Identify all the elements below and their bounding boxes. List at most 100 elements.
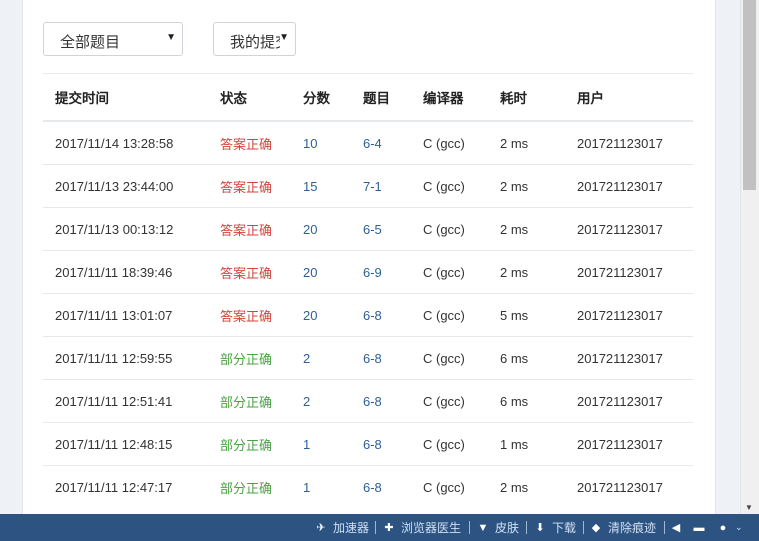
chevron-down-icon: ▼ (166, 32, 176, 43)
skin-button[interactable]: ▼ 皮肤 (476, 519, 519, 536)
cell-problem-link[interactable]: 6-5 (351, 207, 411, 251)
cell-submit-time: 2017/11/11 12:48:15 (43, 422, 208, 466)
cell-score[interactable]: 20 (291, 207, 351, 251)
cell-time-cost: 6 ms (488, 379, 565, 423)
cell-status[interactable]: 部分正确 (208, 465, 291, 508)
table-row: 2017/11/11 12:51:41 部分正确 2 6-8 C (gcc) 6… (43, 379, 693, 423)
cell-problem-link[interactable]: 6-4 (351, 120, 411, 165)
window-button[interactable]: ▬ (692, 519, 711, 536)
zoom-icon: ● (719, 521, 727, 534)
submissions-table: 提交时间 状态 分数 题目 编译器 耗时 用户 2017/11/14 13:28… (43, 73, 693, 508)
accelerator-button[interactable]: ✈ 加速器 (314, 519, 369, 536)
cell-submit-time: 2017/11/14 13:28:58 (43, 120, 208, 165)
user-filter-select[interactable]: 我的提交 ▼ (213, 22, 296, 56)
header-time-cost[interactable]: 耗时 (488, 73, 565, 122)
cell-status[interactable]: 部分正确 (208, 336, 291, 380)
cell-compiler: C (gcc) (411, 379, 488, 423)
cell-problem-link[interactable]: 6-8 (351, 422, 411, 466)
cell-score[interactable]: 10 (291, 120, 351, 165)
cell-problem-link[interactable]: 6-8 (351, 336, 411, 380)
cell-status[interactable]: 答案正确 (208, 120, 291, 165)
volume-button[interactable]: ◀ (669, 519, 688, 536)
cell-score[interactable]: 2 (291, 379, 351, 423)
cell-submit-time: 2017/11/11 12:51:41 (43, 379, 208, 423)
cell-submit-time: 2017/11/11 13:01:07 (43, 293, 208, 337)
cell-status[interactable]: 部分正确 (208, 422, 291, 466)
cell-status[interactable]: 答案正确 (208, 293, 291, 337)
clear-traces-button[interactable]: ◆ 清除痕迹 (589, 519, 656, 536)
cell-user: 201721123017 (565, 379, 693, 423)
cell-time-cost: 2 ms (488, 465, 565, 508)
cell-user: 201721123017 (565, 164, 693, 208)
cell-score[interactable]: 1 (291, 422, 351, 466)
clear-traces-label: 清除痕迹 (608, 521, 657, 535)
cell-time-cost: 2 ms (488, 164, 565, 208)
divider (664, 521, 665, 534)
vertical-scrollbar[interactable]: ▼ (740, 0, 759, 514)
cell-compiler: C (gcc) (411, 250, 488, 294)
cell-submit-time: 2017/11/13 00:13:12 (43, 207, 208, 251)
cell-score[interactable]: 15 (291, 164, 351, 208)
download-icon: ⬇ (535, 521, 545, 534)
cell-submit-time: 2017/11/13 23:44:00 (43, 164, 208, 208)
cell-score[interactable]: 1 (291, 465, 351, 508)
header-problem[interactable]: 题目 (351, 73, 411, 122)
browser-doctor-button[interactable]: ✚ 浏览器医生 (382, 519, 461, 536)
table-row: 2017/11/11 12:48:15 部分正确 1 6-8 C (gcc) 1… (43, 422, 693, 466)
medical-box-icon: ✚ (384, 521, 394, 534)
cell-status[interactable]: 部分正确 (208, 379, 291, 423)
cell-score[interactable]: 20 (291, 293, 351, 337)
submissions-panel: 全部题目 ▼ 我的提交 ▼ 提交时间 状态 分数 题目 编译器 耗时 用户 20… (22, 0, 716, 515)
window-icon: ▬ (693, 521, 705, 534)
cell-user: 201721123017 (565, 120, 693, 165)
cell-time-cost: 2 ms (488, 207, 565, 251)
download-button[interactable]: ⬇ 下载 (533, 519, 576, 536)
table-row: 2017/11/11 13:01:07 答案正确 20 6-8 C (gcc) … (43, 293, 693, 337)
browser-status-bar: ✈ 加速器 ✚ 浏览器医生 ▼ 皮肤 ⬇ 下载 ◆ 清除痕迹 ◀ ▬ ● ⌄ (0, 514, 759, 541)
browser-doctor-label: 浏览器医生 (401, 521, 462, 535)
cell-problem-link[interactable]: 6-8 (351, 465, 411, 508)
header-status[interactable]: 状态 (208, 73, 291, 122)
header-compiler[interactable]: 编译器 (411, 73, 488, 122)
zoom-button[interactable]: ● ⌄ (716, 519, 743, 536)
cell-status[interactable]: 答案正确 (208, 250, 291, 294)
cell-user: 201721123017 (565, 293, 693, 337)
cell-compiler: C (gcc) (411, 336, 488, 380)
cell-time-cost: 5 ms (488, 293, 565, 337)
user-filter-value: 我的提交 (230, 34, 280, 51)
table-header-row: 提交时间 状态 分数 题目 编译器 耗时 用户 (43, 73, 693, 122)
cell-user: 201721123017 (565, 336, 693, 380)
header-user[interactable]: 用户 (565, 73, 693, 122)
table-row: 2017/11/13 00:13:12 答案正确 20 6-5 C (gcc) … (43, 207, 693, 251)
table-row: 2017/11/13 23:44:00 答案正确 15 7-1 C (gcc) … (43, 164, 693, 208)
skin-label: 皮肤 (495, 521, 520, 535)
cell-problem-link[interactable]: 6-9 (351, 250, 411, 294)
problem-filter-select[interactable]: 全部题目 ▼ (43, 22, 183, 56)
cell-score[interactable]: 2 (291, 336, 351, 380)
header-submit-time[interactable]: 提交时间 (43, 73, 208, 122)
shirt-icon: ▼ (477, 521, 489, 534)
cell-compiler: C (gcc) (411, 164, 488, 208)
cell-score[interactable]: 20 (291, 250, 351, 294)
scrollbar-thumb[interactable] (743, 0, 756, 190)
cell-user: 201721123017 (565, 465, 693, 508)
chevron-down-icon: ▼ (279, 32, 289, 43)
cell-problem-link[interactable]: 7-1 (351, 164, 411, 208)
table-row: 2017/11/11 18:39:46 答案正确 20 6-9 C (gcc) … (43, 250, 693, 294)
scroll-down-arrow-icon[interactable]: ▼ (745, 503, 753, 512)
cell-user: 201721123017 (565, 250, 693, 294)
divider (526, 521, 527, 534)
cell-compiler: C (gcc) (411, 465, 488, 508)
cell-status[interactable]: 答案正确 (208, 164, 291, 208)
download-label: 下载 (552, 521, 577, 535)
table-row: 2017/11/11 12:47:17 部分正确 1 6-8 C (gcc) 2… (43, 465, 693, 508)
cell-submit-time: 2017/11/11 12:47:17 (43, 465, 208, 508)
cell-problem-link[interactable]: 6-8 (351, 293, 411, 337)
cell-time-cost: 2 ms (488, 250, 565, 294)
cell-compiler: C (gcc) (411, 293, 488, 337)
cell-time-cost: 2 ms (488, 120, 565, 165)
eraser-icon: ◆ (591, 521, 601, 534)
header-score[interactable]: 分数 (291, 73, 351, 122)
cell-status[interactable]: 答案正确 (208, 207, 291, 251)
cell-problem-link[interactable]: 6-8 (351, 379, 411, 423)
